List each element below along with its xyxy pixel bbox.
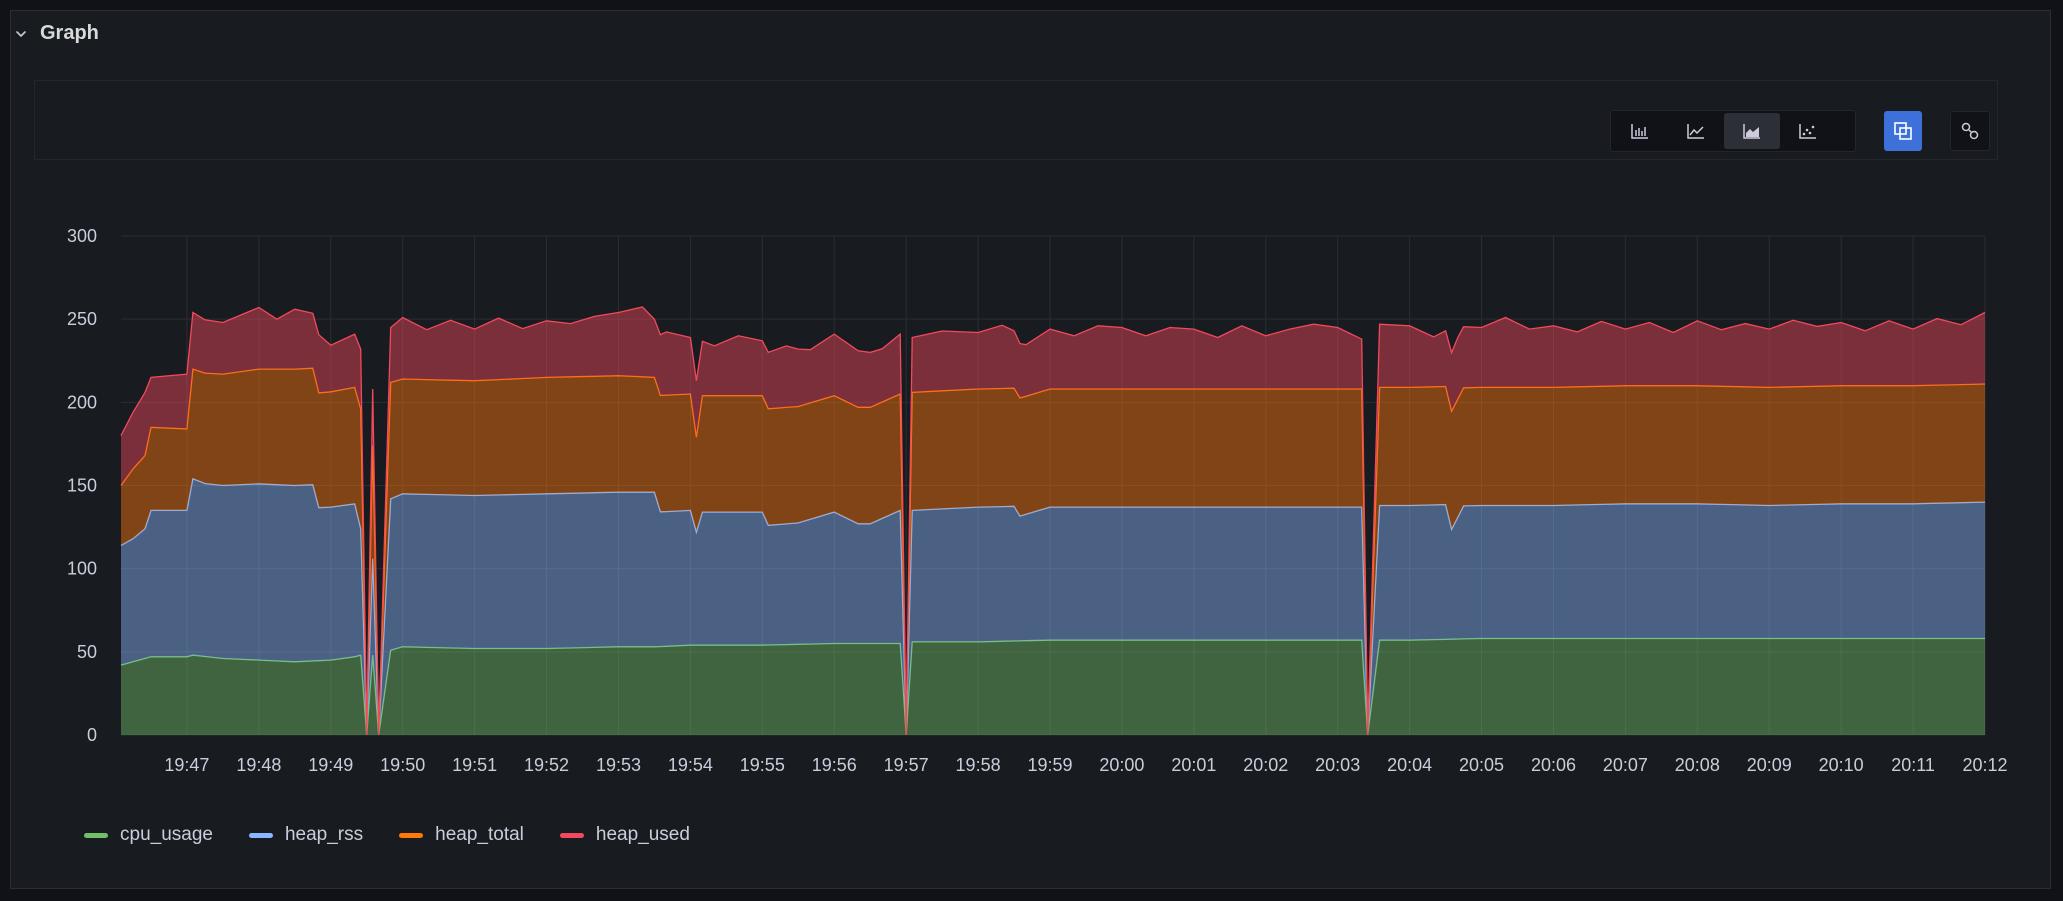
legend-swatch <box>84 832 108 838</box>
x-tick-label: 19:57 <box>884 755 929 775</box>
x-tick-label: 20:01 <box>1171 755 1216 775</box>
area-cpu-usage <box>121 638 1985 735</box>
x-tick-label: 20:10 <box>1819 755 1864 775</box>
x-tick-label: 20:06 <box>1531 755 1576 775</box>
x-tick-label: 19:47 <box>164 755 209 775</box>
x-tick-label: 19:54 <box>668 755 713 775</box>
x-tick-label: 20:04 <box>1387 755 1432 775</box>
stacked-area-chart: 0 50 100 150 200 250 300 19:47 19:48 19:49 19:50 19… <box>67 226 2008 775</box>
x-tick-label: 19:51 <box>452 755 497 775</box>
y-tick-label: 300 <box>67 226 97 246</box>
legend-label: cpu_usage <box>120 824 213 845</box>
x-tick-label: 19:58 <box>956 755 1001 775</box>
y-tick-label: 150 <box>67 476 97 496</box>
x-tick-label: 19:49 <box>308 755 353 775</box>
y-tick-label: 200 <box>67 392 97 412</box>
x-tick-label: 20:09 <box>1747 755 1792 775</box>
y-tick-label: 50 <box>77 642 97 662</box>
x-tick-label: 20:07 <box>1603 755 1648 775</box>
x-tick-label: 20:11 <box>1891 755 1935 775</box>
x-tick-label: 19:50 <box>380 755 425 775</box>
x-tick-label: 19:55 <box>740 755 785 775</box>
legend-label: heap_rss <box>284 824 364 845</box>
x-tick-label: 19:59 <box>1027 755 1072 775</box>
legend-label: heap_total <box>435 824 524 845</box>
legend-label: heap_used <box>595 824 690 845</box>
y-tick-label: 100 <box>67 559 97 579</box>
x-tick-label: 20:05 <box>1459 755 1504 775</box>
x-tick-label: 20:03 <box>1315 755 1360 775</box>
x-tick-label: 20:12 <box>1962 755 2007 775</box>
x-tick-label: 20:00 <box>1099 755 1144 775</box>
x-tick-label: 19:56 <box>812 755 857 775</box>
y-tick-label: 0 <box>87 725 97 745</box>
x-tick-label: 20:08 <box>1675 755 1720 775</box>
x-tick-label: 19:48 <box>236 755 281 775</box>
legend-swatch <box>248 832 273 838</box>
x-tick-label: 19:53 <box>596 755 641 775</box>
chart-legend: cpu_usage heap_rss heap_total heap_used <box>84 824 690 846</box>
x-tick-label: 20:02 <box>1243 755 1288 775</box>
legend-swatch <box>559 832 584 838</box>
legend-item-heap-total[interactable]: heap_total <box>399 824 524 846</box>
y-tick-label: 250 <box>67 309 97 329</box>
legend-item-heap-used[interactable]: heap_used <box>559 824 690 846</box>
legend-swatch <box>399 832 424 838</box>
legend-item-heap-rss[interactable]: heap_rss <box>248 824 364 846</box>
x-tick-label: 19:52 <box>524 755 569 775</box>
legend-item-cpu-usage[interactable]: cpu_usage <box>84 824 213 846</box>
